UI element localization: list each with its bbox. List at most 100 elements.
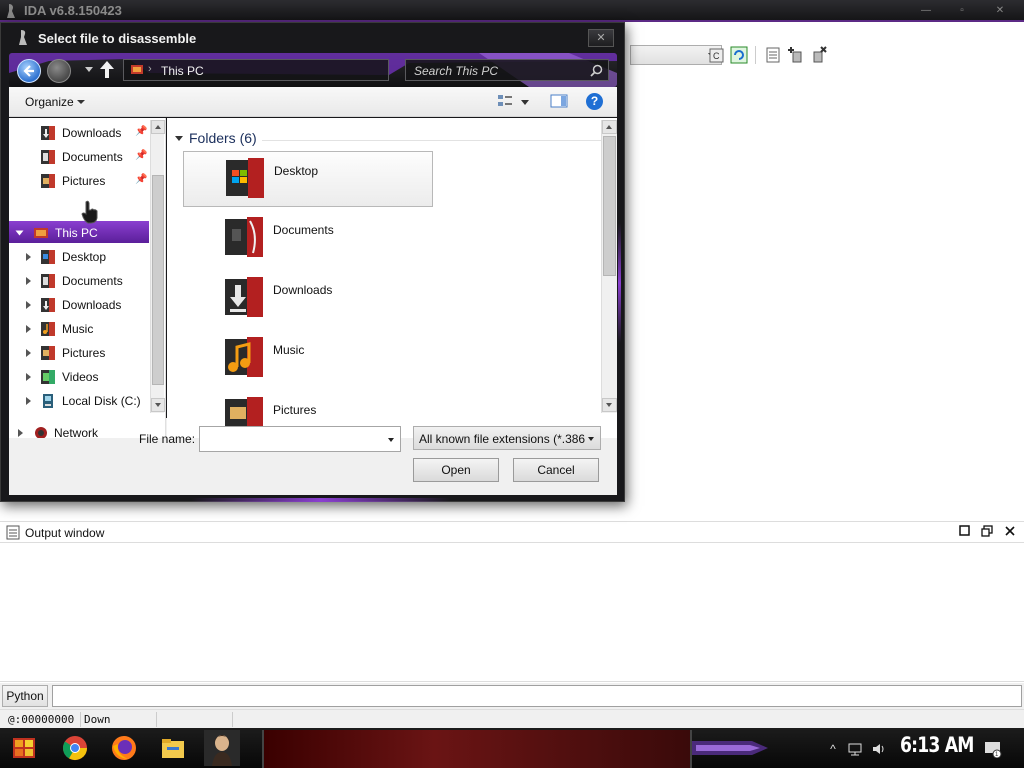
dialog-title: Select file to disassemble <box>38 31 197 46</box>
file-list-scrollbar[interactable] <box>601 120 617 413</box>
file-name-input[interactable] <box>199 426 401 452</box>
expand-icon[interactable] <box>26 373 31 381</box>
nav-item-music[interactable]: Music <box>9 318 149 340</box>
nav-item-desktop[interactable]: Desktop <box>9 246 149 268</box>
up-arrow-icon[interactable] <box>97 59 117 81</box>
file-explorer-icon[interactable] <box>159 734 187 762</box>
recent-locations-icon[interactable] <box>85 67 93 72</box>
expand-icon[interactable] <box>26 253 31 261</box>
tray-expand-icon[interactable]: ^ <box>826 742 840 756</box>
back-button[interactable] <box>17 59 41 83</box>
volume-icon[interactable] <box>872 742 886 756</box>
dialog-close-button[interactable]: ✕ <box>588 29 614 47</box>
desktop-folder-icon <box>226 158 264 198</box>
taskbar-theme-accent <box>692 741 768 755</box>
nav-item-this-pc[interactable]: This PC <box>9 222 149 244</box>
nav-item-pictures[interactable]: Pictures <box>9 342 149 364</box>
file-type-select[interactable]: All known file extensions (*.386 <box>413 426 601 450</box>
address-text[interactable]: This PC <box>161 64 204 78</box>
ida-taskbar-icon[interactable] <box>204 730 240 766</box>
nav-item-quick-downloads[interactable]: Downloads 📌 <box>9 122 149 144</box>
output-maximize-icon[interactable] <box>958 525 972 539</box>
search-placeholder: Search This PC <box>414 64 499 78</box>
taskbar-theme-banner <box>262 730 692 768</box>
ida-window-title: IDA v6.8.150423 <box>24 3 122 18</box>
start-button-icon[interactable] <box>10 734 38 762</box>
pin-icon: 📌 <box>135 174 148 185</box>
nav-item-quick-documents[interactable]: Documents 📌 <box>9 146 149 168</box>
minimize-button[interactable]: — <box>908 4 944 18</box>
forward-button[interactable] <box>47 59 71 83</box>
expand-icon[interactable] <box>26 277 31 285</box>
nav-scrollbar[interactable] <box>150 120 165 413</box>
folder-tile-music[interactable]: Music <box>183 331 433 387</box>
output-float-icon[interactable] <box>980 525 994 539</box>
documents-folder-icon <box>225 217 263 257</box>
this-pc-icon <box>131 65 143 74</box>
pin-icon: 📌 <box>135 126 148 137</box>
organize-menu[interactable]: Organize <box>25 95 74 109</box>
file-name-label: File name: <box>139 432 196 446</box>
refresh-icon[interactable] <box>730 46 748 64</box>
expand-icon[interactable] <box>26 325 31 333</box>
maximize-button[interactable]: ▫ <box>944 4 980 18</box>
open-file-dialog: Select file to disassemble ✕ › This PC S… <box>0 22 625 502</box>
output-text-area[interactable] <box>0 544 1024 682</box>
scroll-down-icon[interactable] <box>151 398 165 412</box>
collapse-group-icon[interactable] <box>175 136 183 141</box>
videos-folder-icon <box>41 370 55 384</box>
scroll-down-icon[interactable] <box>602 398 617 412</box>
dialog-theme-accent-right <box>618 223 621 343</box>
firefox-icon[interactable] <box>110 734 138 762</box>
close-button[interactable]: ✕ <box>982 4 1018 18</box>
nav-item-videos[interactable]: Videos <box>9 366 149 388</box>
command-input[interactable] <box>52 685 1022 707</box>
file-type-dropdown-icon[interactable] <box>588 437 594 441</box>
remove-breakpoint-icon[interactable] <box>810 46 828 64</box>
open-button[interactable]: Open <box>413 458 499 482</box>
breadcrumb-chevron-icon[interactable]: › <box>148 63 152 75</box>
nav-item-quick-pictures[interactable]: Pictures 📌 <box>9 170 149 192</box>
chrome-icon[interactable] <box>61 734 89 762</box>
file-name-dropdown-icon[interactable] <box>388 438 394 442</box>
scroll-up-icon[interactable] <box>602 120 617 134</box>
search-input[interactable]: Search This PC <box>405 59 609 81</box>
nav-item-network[interactable]: Network <box>9 422 149 438</box>
taskbar-clock[interactable]: 6:13 AM <box>900 733 974 757</box>
views-dropdown-icon[interactable] <box>521 100 529 105</box>
address-bar[interactable]: › This PC <box>123 59 389 81</box>
python-button[interactable]: Python <box>2 685 48 707</box>
folder-tile-documents[interactable]: Documents <box>183 211 433 267</box>
music-folder-icon <box>41 322 55 336</box>
nav-item-downloads[interactable]: Downloads <box>9 294 149 316</box>
scroll-thumb[interactable] <box>603 136 616 276</box>
document-icon[interactable] <box>764 46 782 64</box>
scroll-up-icon[interactable] <box>151 120 165 134</box>
scroll-thumb[interactable] <box>152 175 164 385</box>
cancel-button[interactable]: Cancel <box>513 458 599 482</box>
nav-item-documents[interactable]: Documents <box>9 270 149 292</box>
folder-tile-downloads[interactable]: Downloads <box>183 271 433 327</box>
folder-tile-desktop[interactable]: Desktop <box>183 151 433 207</box>
change-view-icon[interactable] <box>497 94 513 108</box>
calc-icon[interactable]: C <box>708 46 726 64</box>
network-icon[interactable] <box>848 742 862 756</box>
nav-item-local-disk[interactable]: Local Disk (C:) <box>9 390 149 412</box>
notifications-icon[interactable]: 1 <box>984 740 1002 758</box>
add-breakpoint-icon[interactable] <box>787 46 805 64</box>
output-window-icon <box>6 525 20 540</box>
help-icon[interactable]: ? <box>586 93 603 110</box>
collapse-icon[interactable] <box>15 230 24 236</box>
expand-icon[interactable] <box>18 429 23 437</box>
preview-pane-icon[interactable] <box>550 94 568 108</box>
ida-app-icon <box>7 4 15 18</box>
organize-dropdown-icon[interactable] <box>77 100 85 104</box>
search-icon[interactable] <box>590 64 603 77</box>
expand-icon[interactable] <box>26 349 31 357</box>
navigation-pane: Downloads 📌 Documents 📌 Pictures 📌 This … <box>9 118 166 438</box>
status-address: @:00000000 <box>8 713 75 726</box>
expand-icon[interactable] <box>26 397 31 405</box>
expand-icon[interactable] <box>26 301 31 309</box>
status-bar: @:00000000 Down <box>0 709 1024 728</box>
output-close-icon[interactable] <box>1003 525 1017 539</box>
